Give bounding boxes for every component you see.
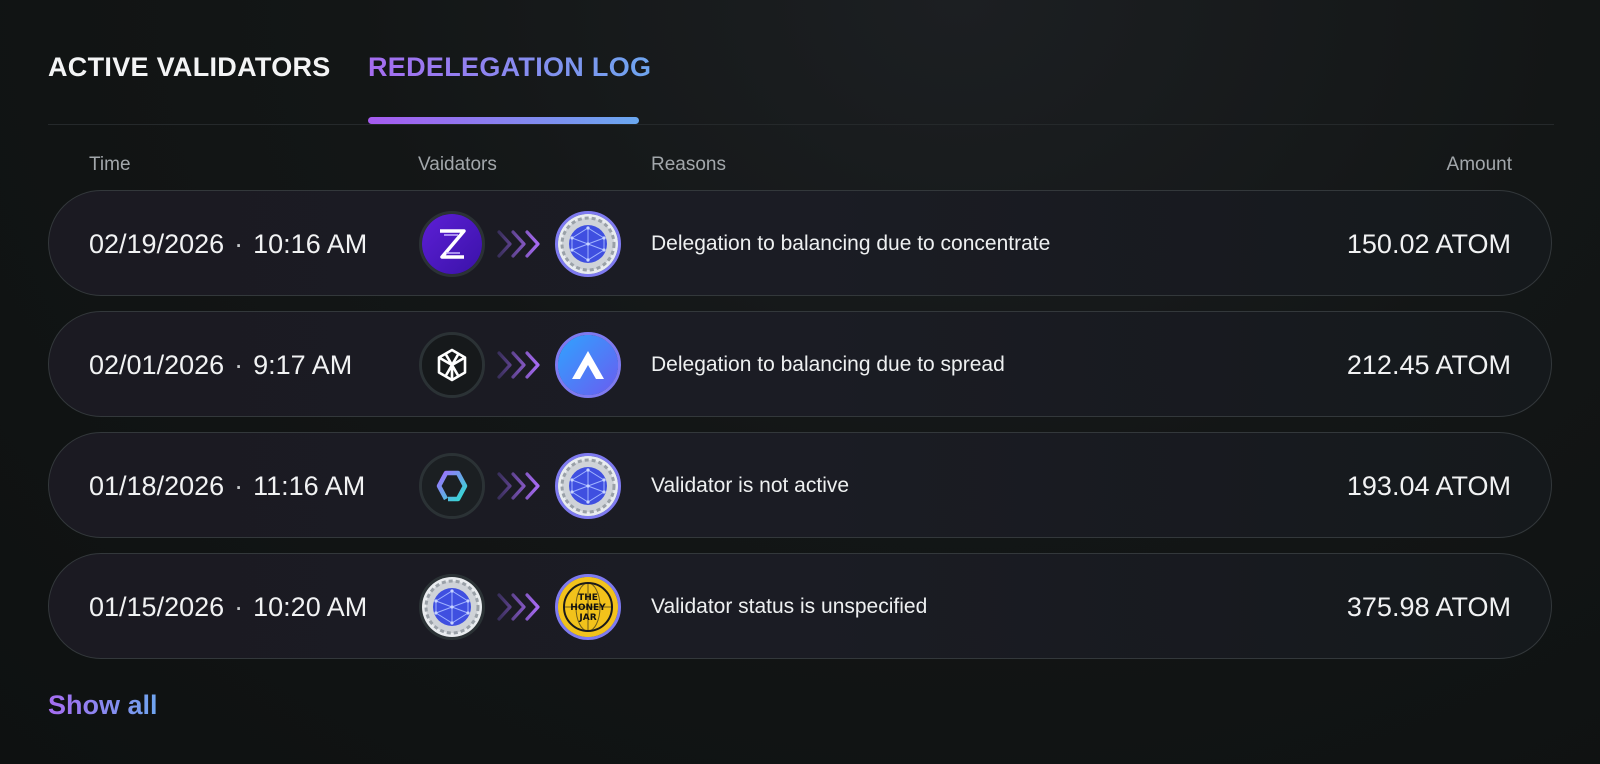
chevrons-right-icon	[495, 469, 551, 503]
the-honey-jar-icon[interactable]: THE HONEY JAR	[555, 574, 621, 640]
table-row[interactable]: 01/18/2026 · 11:16 AM Validator is not act…	[48, 432, 1552, 538]
row-time: 10:20 AM	[253, 592, 368, 622]
row-amount: 150.02 ATOM	[1346, 229, 1511, 259]
row-date: 01/15/2026	[89, 592, 225, 622]
hexagon-cube-icon[interactable]	[419, 332, 485, 398]
row-timestamp: 02/01/2026 · 9:17 AM	[89, 312, 352, 418]
row-time: 11:16 AM	[253, 471, 366, 501]
row-date: 02/01/2026	[89, 350, 225, 380]
row-amount: 212.45 ATOM	[1346, 350, 1511, 380]
row-reason: Validator is not active	[651, 474, 850, 497]
separator-dot: ·	[234, 229, 244, 259]
hex-link-icon[interactable]	[419, 453, 485, 519]
globe-network-icon[interactable]	[555, 211, 621, 277]
separator-dot: ·	[234, 471, 244, 501]
column-header-validators: Vaidators	[418, 154, 497, 175]
row-time: 10:16 AM	[253, 229, 368, 259]
row-date: 01/18/2026	[89, 471, 225, 501]
separator-dot: ·	[234, 350, 244, 380]
row-timestamp: 02/19/2026 · 10:16 AM	[89, 191, 367, 297]
row-amount: 193.04 ATOM	[1346, 471, 1511, 501]
chevrons-right-icon	[495, 348, 551, 382]
row-reason: Validator status is unspecified	[651, 595, 928, 618]
tab-redelegation-log[interactable]: REDELEGATION LOG	[368, 52, 651, 83]
row-timestamp: 01/18/2026 · 11:16 AM	[89, 433, 365, 539]
column-header-time: Time	[89, 154, 131, 175]
row-timestamp: 01/15/2026 · 10:20 AM	[89, 554, 367, 660]
separator-dot: ·	[234, 592, 244, 622]
svg-text:THE: THE	[578, 593, 598, 603]
column-header-reasons: Reasons	[651, 154, 726, 175]
column-header-amount: Amount	[1446, 154, 1512, 175]
z-logo-icon[interactable]	[419, 211, 485, 277]
row-reason: Delegation to balancing due to spread	[651, 353, 1005, 376]
tab-active-validators[interactable]: ACTIVE VALIDATORS	[48, 52, 331, 83]
row-amount: 375.98 ATOM	[1346, 592, 1511, 622]
svg-text:HONEY: HONEY	[570, 603, 606, 613]
active-tab-indicator	[368, 117, 639, 124]
table-row[interactable]: 01/15/2026 · 10:20 AM THE HONEY JAR Valida…	[48, 553, 1552, 659]
row-time: 9:17 AM	[253, 350, 353, 380]
show-all-link[interactable]: Show all	[48, 690, 158, 721]
chevrons-right-icon	[495, 227, 551, 261]
table-row[interactable]: 02/01/2026 · 9:17 AM Delegation to balanci…	[48, 311, 1552, 417]
row-date: 02/19/2026	[89, 229, 225, 259]
chevrons-right-icon	[495, 590, 551, 624]
table-row[interactable]: 02/19/2026 · 10:16 AM Delegation to balanc…	[48, 190, 1552, 296]
tab-bar: ACTIVE VALIDATORS REDELEGATION LOG	[48, 0, 1554, 125]
globe-network-icon[interactable]	[419, 574, 485, 640]
row-reason: Delegation to balancing due to concentra…	[651, 232, 1051, 255]
a-chevron-logo-icon[interactable]	[555, 332, 621, 398]
globe-network-icon[interactable]	[555, 453, 621, 519]
svg-text:JAR: JAR	[578, 613, 596, 623]
